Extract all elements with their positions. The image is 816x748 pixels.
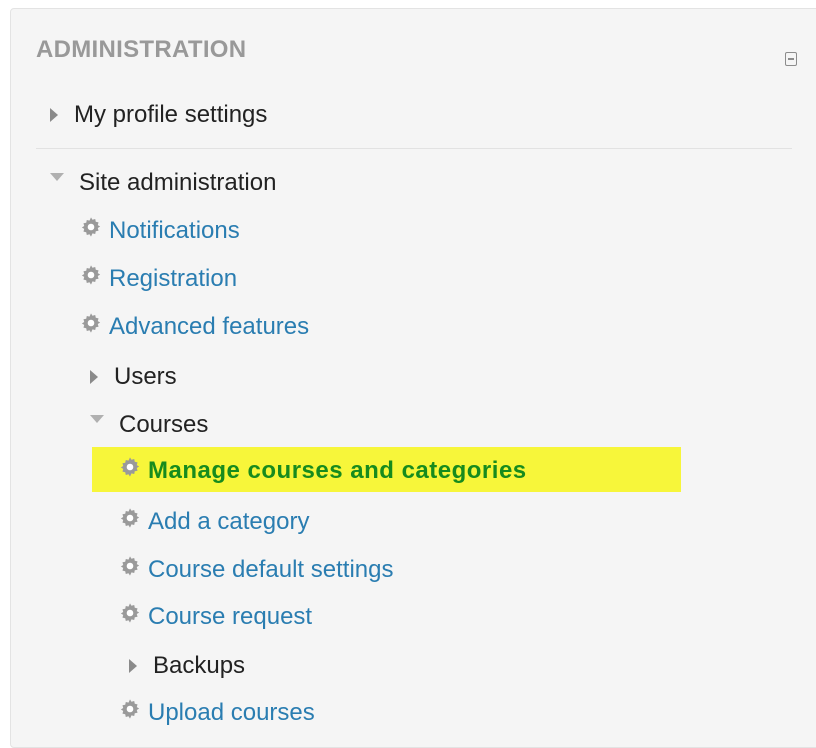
gear-icon (81, 217, 101, 237)
tree-item-label: Backups (153, 652, 246, 679)
tree-item-label[interactable]: Upload courses (148, 695, 315, 731)
gear-icon (81, 313, 101, 333)
expand-arrow-icon[interactable] (50, 108, 58, 122)
tree-item-label: My profile settings (74, 101, 268, 128)
tree-item-label[interactable]: Add a category (148, 504, 309, 540)
collapse-block-icon[interactable] (785, 52, 797, 66)
gear-icon (120, 508, 140, 528)
tree-item-site-administration[interactable]: Site administration (50, 165, 276, 201)
tree-item-label[interactable]: Registration (109, 261, 237, 297)
tree-item-my-profile-settings[interactable]: My profile settings (46, 97, 267, 133)
expand-arrow-icon[interactable] (129, 659, 137, 673)
tree-item-label[interactable]: Manage courses and categories (148, 453, 527, 489)
tree-item-label: Site administration (79, 169, 277, 196)
tree-item-manage-courses-and-categories[interactable]: Manage courses and categories (119, 453, 527, 489)
tree-item-label[interactable]: Advanced features (109, 309, 309, 345)
tree-item-advanced-features[interactable]: Advanced features (80, 309, 309, 345)
divider (36, 148, 792, 149)
expand-arrow-icon[interactable] (90, 370, 98, 384)
tree-item-users[interactable]: Users (86, 359, 177, 395)
collapse-arrow-icon[interactable] (90, 415, 104, 423)
gear-icon (120, 457, 140, 477)
collapse-arrow-icon[interactable] (50, 173, 64, 181)
tree-item-backups[interactable]: Backups (125, 648, 245, 684)
tree-item-notifications[interactable]: Notifications (80, 213, 240, 249)
tree-item-label: Courses (119, 411, 209, 438)
tree-item-course-request[interactable]: Course request (119, 599, 312, 635)
tree-item-courses[interactable]: Courses (90, 407, 208, 443)
tree-item-label: Users (114, 363, 177, 390)
tree-item-registration[interactable]: Registration (80, 261, 237, 297)
gear-icon (120, 556, 140, 576)
tree-item-add-a-category[interactable]: Add a category (119, 504, 309, 540)
block-title: ADMINISTRATION (36, 36, 247, 63)
tree-item-upload-courses[interactable]: Upload courses (119, 695, 315, 731)
tree-item-label[interactable]: Course request (148, 599, 312, 635)
gear-icon (120, 699, 140, 719)
gear-icon (81, 265, 101, 285)
gear-icon (120, 603, 140, 623)
tree-item-label[interactable]: Notifications (109, 213, 240, 249)
tree-item-course-default-settings[interactable]: Course default settings (119, 552, 393, 588)
tree-item-label[interactable]: Course default settings (148, 552, 393, 588)
